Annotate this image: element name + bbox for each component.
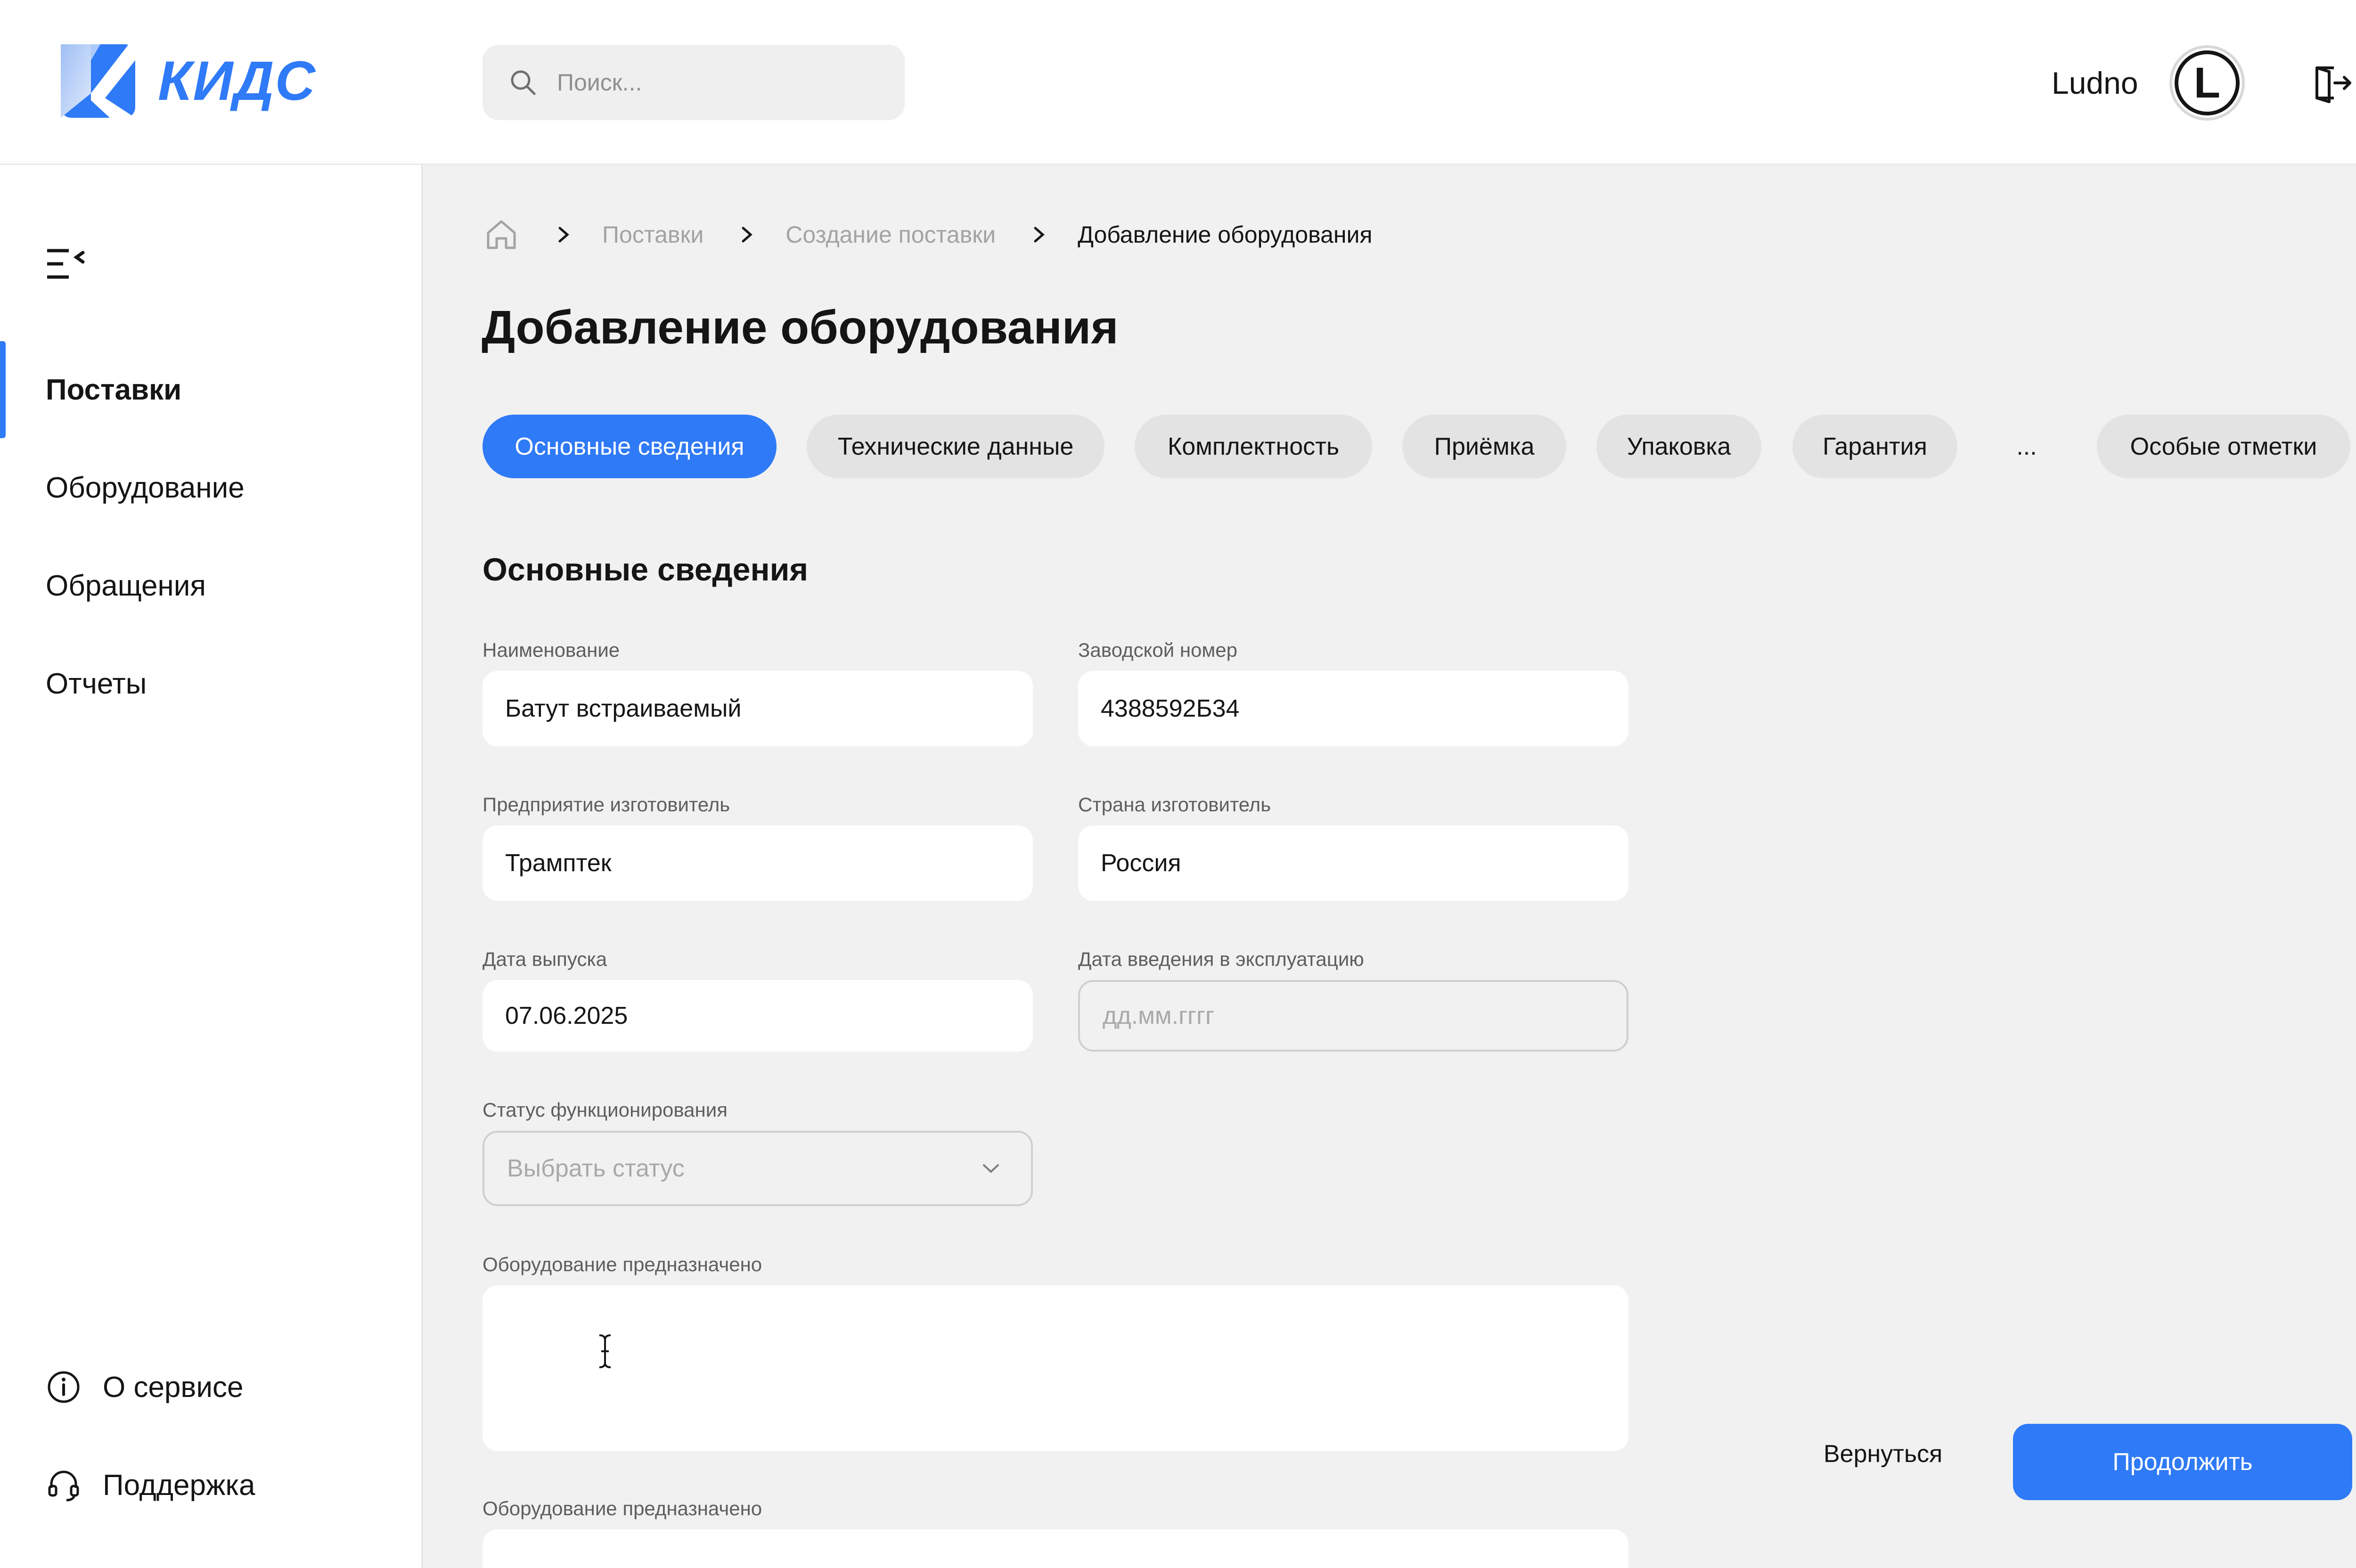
breadcrumb-current: Добавление оборудования [1078, 221, 1373, 248]
commission-date-label: Дата введения в эксплуатацию [1078, 948, 1364, 970]
manufacturer-label: Предприятие изготовитель [483, 793, 730, 816]
search-input[interactable]: Поиск... [483, 45, 905, 120]
name-label: Наименование [483, 639, 620, 661]
tab-acceptance[interactable]: Приёмка [1402, 415, 1566, 478]
tab-label: Приёмка [1434, 433, 1535, 460]
purpose-label-2: Оборудование предназначено [483, 1497, 762, 1519]
tab-label: ... [2016, 433, 2037, 460]
tab-label: Гарантия [1823, 433, 1927, 460]
tab-more[interactable]: ... [1996, 415, 2057, 478]
tab-label: Комплектность [1167, 433, 1340, 460]
about-service-label: О сервисе [103, 1371, 244, 1404]
purpose-label: Оборудование предназначено [483, 1253, 762, 1275]
support-label: Поддержка [103, 1469, 255, 1502]
home-icon[interactable] [483, 216, 520, 253]
tab-label: Особые отметки [2130, 433, 2317, 460]
continue-button[interactable]: Продолжить [2013, 1424, 2352, 1500]
brand-logo[interactable]: КИДС [58, 41, 316, 121]
serial-label: Заводской номер [1078, 639, 1237, 661]
about-service-link[interactable]: О сервисе [46, 1369, 243, 1405]
tab-completeness[interactable]: Комплектность [1135, 415, 1372, 478]
tab-label: Упаковка [1627, 433, 1731, 460]
avatar-initial: L [2175, 50, 2240, 115]
sidebar-item-label: Поставки [46, 373, 182, 406]
search-icon [509, 68, 537, 97]
name-value: Батут встраиваемый [505, 695, 742, 722]
logo-mark-icon [58, 41, 138, 121]
country-value: Россия [1101, 849, 1181, 877]
info-icon [48, 1371, 80, 1403]
avatar[interactable]: L [2169, 45, 2245, 121]
sidebar-item-deliveries[interactable]: Поставки [0, 341, 421, 438]
purpose-textarea-2[interactable] [483, 1529, 1628, 1568]
country-field[interactable]: Россия [1078, 825, 1628, 901]
serial-value: 4388592Б34 [1101, 695, 1240, 722]
support-link[interactable]: Поддержка [46, 1467, 255, 1503]
collapse-menu-icon[interactable] [45, 245, 88, 283]
section-title: Основные сведения [483, 552, 809, 588]
chevron-down-icon [983, 1164, 999, 1173]
release-date-field[interactable]: 07.06.2025 [483, 980, 1033, 1052]
tab-warranty[interactable]: Гарантия [1792, 415, 1957, 478]
logout-icon[interactable] [2307, 59, 2354, 106]
sidebar-item-label: Оборудование [46, 471, 245, 504]
tab-packaging[interactable]: Упаковка [1596, 415, 1761, 478]
breadcrumb-deliveries[interactable]: Поставки [602, 221, 704, 248]
back-button[interactable]: Вернуться [1824, 1440, 1942, 1468]
serial-number-field[interactable]: 4388592Б34 [1078, 671, 1628, 746]
brand-name: КИДС [158, 50, 316, 112]
breadcrumb: Поставки Создание поставки Добавление об… [483, 216, 1373, 253]
chevron-right-icon [742, 227, 753, 243]
headset-icon [48, 1470, 79, 1502]
search-placeholder: Поиск... [557, 69, 642, 96]
chevron-right-icon [1034, 227, 1045, 243]
user-name[interactable]: Ludno [2052, 65, 2138, 101]
tab-technical-data[interactable]: Технические данные [807, 415, 1104, 478]
manufacturer-value: Трамптек [505, 849, 612, 877]
sidebar-item-label: Обращения [46, 569, 206, 602]
status-placeholder: Выбрать статус [507, 1155, 685, 1182]
breadcrumb-create-delivery[interactable]: Создание поставки [785, 221, 996, 248]
name-field[interactable]: Батут встраиваемый [483, 671, 1033, 746]
sidebar-item-reports[interactable]: Отчеты [0, 635, 421, 732]
tab-special-notes[interactable]: Особые отметки [2097, 415, 2350, 478]
commission-date-field[interactable]: дд.мм.гггг [1078, 980, 1628, 1052]
sidebar-item-equipment[interactable]: Оборудование [0, 439, 421, 536]
tab-basic-info[interactable]: Основные сведения [483, 415, 777, 478]
sidebar-item-requests[interactable]: Обращения [0, 537, 421, 634]
sidebar: Поставки Оборудование Обращения Отчеты О… [0, 165, 423, 1568]
status-label: Статус функционирования [483, 1099, 728, 1121]
app-header: КИДС Поиск... Ludno L [0, 0, 2356, 165]
tab-label: Основные сведения [515, 433, 744, 460]
release-date-label: Дата выпуска [483, 948, 607, 970]
status-select[interactable]: Выбрать статус [483, 1131, 1033, 1206]
commission-date-placeholder: дд.мм.гггг [1103, 1002, 1214, 1029]
chevron-right-icon [558, 227, 569, 243]
tab-label: Технические данные [837, 433, 1074, 460]
text-cursor-icon [596, 1332, 614, 1370]
purpose-textarea[interactable] [483, 1285, 1628, 1451]
country-label: Страна изготовитель [1078, 793, 1271, 816]
sidebar-item-label: Отчеты [46, 667, 147, 700]
release-date-value: 07.06.2025 [505, 1002, 628, 1029]
manufacturer-field[interactable]: Трамптек [483, 825, 1033, 901]
page-title: Добавление оборудования [482, 301, 1119, 354]
